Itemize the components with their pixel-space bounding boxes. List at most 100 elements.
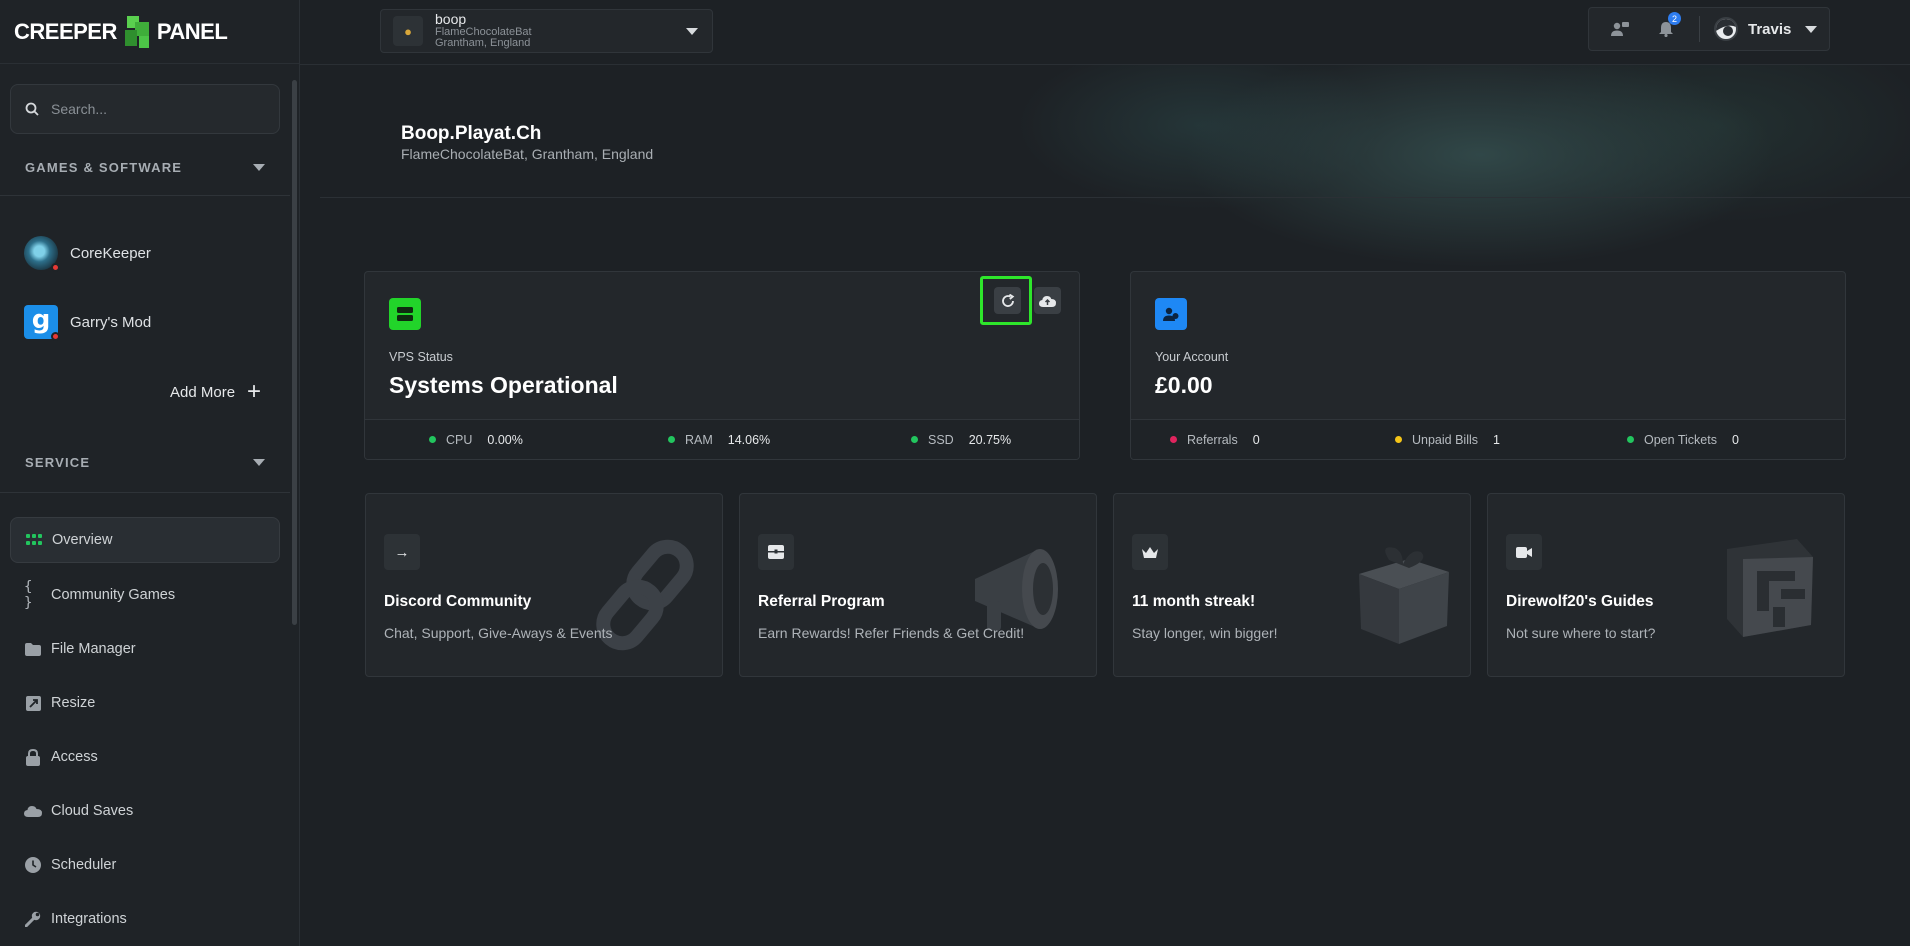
add-more-button[interactable]: Add More + bbox=[170, 380, 261, 404]
garrys-mod-icon: g bbox=[24, 305, 60, 341]
server-avatar-icon: ● bbox=[393, 16, 423, 46]
plus-icon: + bbox=[247, 378, 262, 405]
corekeeper-icon bbox=[24, 236, 60, 272]
promo-subtitle: Stay longer, win bigger! bbox=[1132, 625, 1278, 641]
account-stat-referrals[interactable]: Referrals 0 bbox=[1170, 433, 1260, 447]
sidebar-scrollbar[interactable] bbox=[292, 80, 297, 625]
search-box[interactable] bbox=[10, 84, 280, 134]
sidebar-item-resize[interactable]: Resize bbox=[10, 680, 280, 726]
divider bbox=[1699, 16, 1700, 42]
server-selector[interactable]: ● boop FlameChocolateBat Grantham, Engla… bbox=[380, 9, 713, 53]
promo-subtitle: Chat, Support, Give-Aways & Events bbox=[384, 625, 613, 641]
search-icon bbox=[25, 102, 39, 116]
promo-card-discord[interactable]: → Discord Community Chat, Support, Give-… bbox=[365, 493, 723, 677]
sidebar-item-cloud-saves[interactable]: Cloud Saves bbox=[10, 788, 280, 834]
resize-icon bbox=[24, 694, 42, 712]
sidebar-item-access[interactable]: Access bbox=[10, 734, 280, 780]
status-dot bbox=[1170, 436, 1177, 443]
promo-card-streak[interactable]: 11 month streak! Stay longer, win bigger… bbox=[1113, 493, 1471, 677]
account-label: Your Account bbox=[1155, 350, 1229, 364]
braces-icon: { } bbox=[24, 579, 33, 611]
sidebar-item-community-games[interactable]: { } Community Games bbox=[10, 572, 280, 618]
promo-card-referral[interactable]: Referral Program Earn Rewards! Refer Fri… bbox=[739, 493, 1097, 677]
stat-value: 14.06% bbox=[727, 432, 771, 447]
crown-icon bbox=[1132, 534, 1168, 570]
vps-status-text: Systems Operational bbox=[389, 372, 618, 398]
add-more-label: Add More bbox=[170, 383, 236, 401]
sidebar-item-overview[interactable]: Overview bbox=[10, 517, 280, 563]
vps-stat-ssd: SSD 20.75% bbox=[911, 433, 1011, 447]
sidebar-item-scheduler[interactable]: Scheduler bbox=[10, 842, 280, 888]
nav-label: Resize bbox=[51, 695, 96, 711]
support-chat-icon[interactable] bbox=[1609, 18, 1631, 40]
search-input[interactable] bbox=[51, 101, 251, 117]
service-section-toggle[interactable]: SERVICE bbox=[25, 455, 265, 470]
service-section-heading: SERVICE bbox=[25, 455, 91, 470]
stat-name: RAM bbox=[685, 432, 713, 447]
sidebar-item-file-manager[interactable]: File Manager bbox=[10, 626, 280, 672]
page-subtitle: FlameChocolateBat, Grantham, England bbox=[401, 146, 654, 162]
promo-subtitle: Earn Rewards! Refer Friends & Get Credit… bbox=[758, 625, 1025, 641]
server-location: Grantham, England bbox=[435, 37, 531, 50]
stat-value: 0 bbox=[1252, 432, 1260, 447]
game-label: CoreKeeper bbox=[70, 244, 151, 262]
offline-status-dot bbox=[51, 332, 60, 341]
sidebar-game-garrys-mod[interactable]: g Garry's Mod bbox=[24, 305, 152, 341]
sidebar: CREEPER PANEL GAMES & SOFTWARE CoreKeepe… bbox=[0, 0, 300, 946]
stat-name: Referrals bbox=[1187, 432, 1238, 447]
promo-card-guides[interactable]: Direwolf20's Guides Not sure where to st… bbox=[1487, 493, 1845, 677]
server-icon bbox=[389, 298, 421, 330]
wrench-icon bbox=[24, 910, 42, 928]
vps-status-label: VPS Status bbox=[389, 350, 453, 364]
nav-label: Cloud Saves bbox=[51, 803, 134, 819]
stat-value: 1 bbox=[1493, 432, 1500, 447]
sidebar-game-corekeeper[interactable]: CoreKeeper bbox=[24, 236, 151, 272]
offline-status-dot bbox=[51, 263, 60, 272]
games-section-toggle[interactable]: GAMES & SOFTWARE bbox=[25, 160, 265, 175]
user-toolbar: 2 Travis bbox=[1588, 7, 1830, 51]
nav-label: File Manager bbox=[51, 641, 136, 657]
cloud-upload-icon bbox=[1039, 295, 1056, 307]
video-camera-icon bbox=[1506, 534, 1542, 570]
nav-label: Access bbox=[51, 749, 98, 765]
promo-title: Direwolf20's Guides bbox=[1506, 593, 1654, 610]
creeper-logo-icon bbox=[119, 12, 155, 52]
account-stat-open-tickets[interactable]: Open Tickets 0 bbox=[1627, 433, 1739, 447]
stat-name: CPU bbox=[446, 432, 473, 447]
sidebar-item-integrations[interactable]: Integrations bbox=[10, 896, 280, 942]
logo[interactable]: CREEPER PANEL bbox=[0, 0, 299, 64]
treasure-chest-icon bbox=[758, 534, 794, 570]
bell-icon[interactable]: 2 bbox=[1655, 12, 1681, 40]
account-stat-unpaid-bills[interactable]: Unpaid Bills 1 bbox=[1395, 433, 1500, 447]
promo-title: Discord Community bbox=[384, 593, 532, 610]
account-stats-bar: Referrals 0 Unpaid Bills 1 Open Tickets … bbox=[1131, 419, 1845, 459]
divider bbox=[0, 492, 290, 493]
cloud-backup-button[interactable] bbox=[1034, 287, 1061, 314]
grid-icon bbox=[25, 531, 43, 549]
logo-text-right: PANEL bbox=[156, 18, 228, 44]
divider bbox=[0, 195, 290, 196]
game-label: Garry's Mod bbox=[70, 313, 152, 331]
stat-value: 0.00% bbox=[487, 432, 523, 447]
vps-stat-cpu: CPU 0.00% bbox=[429, 433, 523, 447]
vps-status-card: VPS Status Systems Operational CPU 0.00%… bbox=[364, 271, 1080, 460]
chevron-down-icon bbox=[253, 164, 265, 171]
nav-label: Overview bbox=[52, 532, 113, 548]
stat-name: Open Tickets bbox=[1644, 432, 1717, 447]
chevron-down-icon bbox=[253, 459, 265, 466]
status-dot bbox=[429, 436, 436, 443]
account-users-icon bbox=[1155, 298, 1187, 330]
logo-text-left: CREEPER bbox=[14, 18, 117, 44]
chevron-down-icon bbox=[686, 28, 698, 35]
games-section-heading: GAMES & SOFTWARE bbox=[25, 160, 183, 175]
stat-value: 20.75% bbox=[968, 432, 1012, 447]
gift-box-icon bbox=[1359, 547, 1449, 644]
server-name: boop bbox=[435, 11, 467, 28]
status-dot bbox=[668, 436, 675, 443]
promo-title: 11 month streak! bbox=[1132, 593, 1256, 610]
user-menu-button[interactable]: Travis bbox=[1714, 17, 1818, 41]
divider bbox=[320, 197, 1910, 198]
folder-icon bbox=[24, 640, 42, 658]
promo-title: Referral Program bbox=[758, 593, 885, 610]
vps-stats-bar: CPU 0.00% RAM 14.06% SSD 20.75% bbox=[365, 419, 1079, 459]
